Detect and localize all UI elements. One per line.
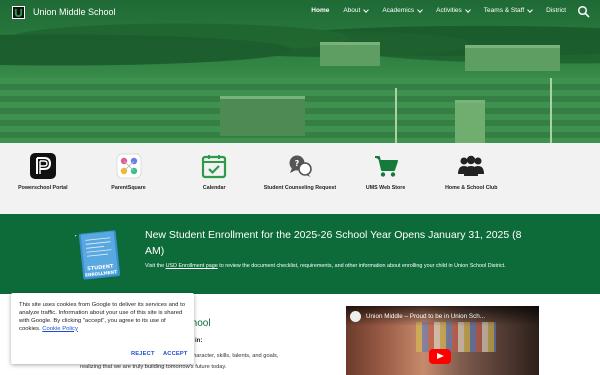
nav-label: Academics xyxy=(382,7,415,14)
hero-pole xyxy=(550,78,552,143)
nav-label: About xyxy=(343,7,361,14)
hero-building xyxy=(455,100,485,143)
cookie-dialog: This site uses cookies from Google to de… xyxy=(11,293,194,364)
quick-link-label: Powerschool Portal xyxy=(18,185,68,191)
video-thumbnail-shelf xyxy=(416,322,496,352)
nav-about[interactable]: About xyxy=(343,6,370,14)
chevron-down-icon xyxy=(464,6,471,13)
quick-link-web-store[interactable]: UMS Web Store xyxy=(343,143,429,214)
channel-avatar[interactable] xyxy=(350,311,361,322)
chevron-down-icon xyxy=(417,6,423,13)
quick-link-home-school-club[interactable]: Home & School Club xyxy=(428,143,514,214)
nav-teams-staff[interactable]: Teams & Staff xyxy=(483,6,533,14)
cookie-text: This site uses cookies from Google to de… xyxy=(19,302,187,333)
hero-building xyxy=(220,96,305,136)
powerschool-icon xyxy=(29,152,57,180)
quick-link-label: ParentSquare xyxy=(111,185,146,191)
nav-label: Activities xyxy=(436,7,462,14)
people-icon xyxy=(457,152,485,180)
site-title[interactable]: Union Middle School xyxy=(33,7,116,17)
banner-text: Visit the USD Enrollment page to review … xyxy=(145,262,545,271)
nav-label: Home xyxy=(311,7,330,14)
quick-link-calendar[interactable]: Calendar xyxy=(171,143,257,214)
quick-links: Powerschool Portal ParentSquare Calendar… xyxy=(0,143,600,214)
quick-link-powerschool[interactable]: Powerschool Portal xyxy=(0,143,86,214)
quick-link-label: Calendar xyxy=(202,185,226,191)
student-enrollment-icon: ✦ STUDENT ENROLLMENT xyxy=(75,230,121,280)
play-button[interactable] xyxy=(429,349,451,364)
nav-home[interactable]: Home xyxy=(311,7,329,14)
top-nav: Union Middle School Home About Academics… xyxy=(0,0,600,26)
nav-district[interactable]: District xyxy=(546,7,566,14)
quick-link-label: UMS Web Store xyxy=(365,185,406,191)
nav-activities[interactable]: Activities xyxy=(436,6,471,14)
main-menu: Home About Academics Activities Teams & … xyxy=(311,6,566,14)
quick-link-counseling[interactable]: ? Student Counseling Request xyxy=(257,143,343,214)
reject-button[interactable]: REJECT xyxy=(131,351,155,357)
school-logo[interactable] xyxy=(12,6,25,19)
enrollment-banner: ✦ STUDENT ENROLLMENT New Student Enrollm… xyxy=(0,214,600,294)
nav-label: District xyxy=(546,7,566,14)
video-title[interactable]: Union Middle – Proud to be in Union Sch.… xyxy=(366,313,485,320)
calendar-icon xyxy=(200,152,228,180)
usd-enrollment-link[interactable]: USD Enrollment page xyxy=(166,263,218,269)
nav-label: Teams & Staff xyxy=(483,7,525,14)
chevron-down-icon xyxy=(527,6,533,13)
quick-link-label: Home & School Club xyxy=(445,185,498,191)
accept-button[interactable]: ACCEPT xyxy=(163,351,188,357)
banner-text-after: to review the document checklist, requir… xyxy=(217,263,506,269)
video-embed[interactable]: Union Middle – Proud to be in Union Sch.… xyxy=(346,306,539,375)
chevron-down-icon xyxy=(363,6,370,13)
nav-academics[interactable]: Academics xyxy=(382,6,423,14)
cart-icon xyxy=(372,152,400,180)
hero-building xyxy=(320,42,380,66)
hero-pole xyxy=(395,88,397,143)
quick-link-parentsquare[interactable]: ParentSquare xyxy=(86,143,172,214)
logo-u-icon xyxy=(14,8,23,17)
cookie-policy-link[interactable]: Cookie Policy xyxy=(42,326,78,332)
banner-heading: New Student Enrollment for the 2025-26 S… xyxy=(145,229,522,257)
quick-link-label: Student Counseling Request xyxy=(263,185,337,191)
hero-building xyxy=(465,45,560,71)
svg-text:✦: ✦ xyxy=(75,232,78,242)
svg-text:?: ? xyxy=(295,159,300,168)
search-icon[interactable] xyxy=(577,5,591,19)
banner-text-before: Visit the xyxy=(145,263,166,269)
parentsquare-icon xyxy=(115,152,143,180)
counseling-icon: ? xyxy=(286,152,314,180)
